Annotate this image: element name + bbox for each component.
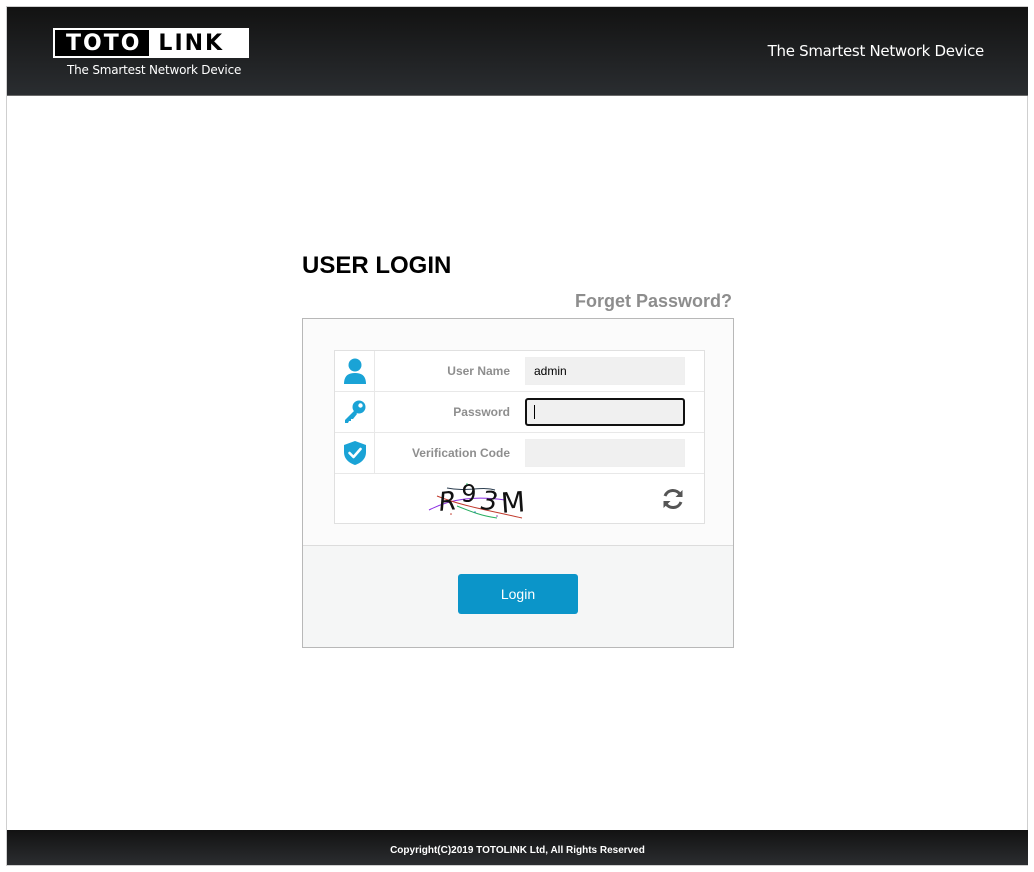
captcha-row: R 9 3 M — [335, 474, 704, 523]
login-form: User Name Password — [334, 350, 705, 524]
totolink-logo: TOTO LINK The Smartest Network Device — [53, 28, 249, 77]
logo-text-toto: TOTO — [66, 30, 142, 56]
password-input[interactable] — [525, 398, 685, 426]
verification-input[interactable] — [525, 439, 685, 467]
username-label: User Name — [447, 364, 510, 378]
logo-tagline: The Smartest Network Device — [67, 63, 242, 77]
text-cursor — [534, 405, 535, 419]
copyright-text: Copyright(C)2019 TOTOLINK Ltd, All Right… — [390, 845, 645, 856]
verification-row: Verification Code — [335, 433, 704, 474]
shield-check-icon — [335, 433, 375, 473]
verification-label: Verification Code — [411, 446, 510, 460]
logo-box: TOTO LINK — [53, 28, 249, 58]
refresh-icon[interactable] — [660, 486, 686, 512]
captcha-image: R 9 3 M — [428, 479, 526, 520]
password-row: Password — [335, 392, 704, 433]
captcha-char-1: R — [437, 486, 458, 518]
logo-text-link: LINK — [149, 30, 247, 56]
footer: Copyright(C)2019 TOTOLINK Ltd, All Right… — [7, 830, 1028, 865]
username-row: User Name — [335, 351, 704, 392]
captcha-char-2: 9 — [460, 479, 477, 508]
header-tagline: The Smartest Network Device — [767, 42, 985, 60]
login-button[interactable]: Login — [458, 574, 578, 614]
password-label: Password — [453, 405, 510, 419]
username-input[interactable] — [525, 357, 685, 385]
captcha-char-3: 3 — [480, 486, 500, 518]
page-title: USER LOGIN — [302, 252, 452, 279]
captcha-char-4: M — [500, 485, 526, 520]
login-panel: User Name Password — [302, 318, 734, 648]
form-area: User Name Password — [303, 319, 733, 546]
forget-password-link[interactable]: Forget Password? — [302, 291, 732, 312]
user-icon — [335, 351, 375, 391]
header: TOTO LINK The Smartest Network Device Th… — [7, 7, 1028, 96]
key-icon — [335, 392, 375, 432]
